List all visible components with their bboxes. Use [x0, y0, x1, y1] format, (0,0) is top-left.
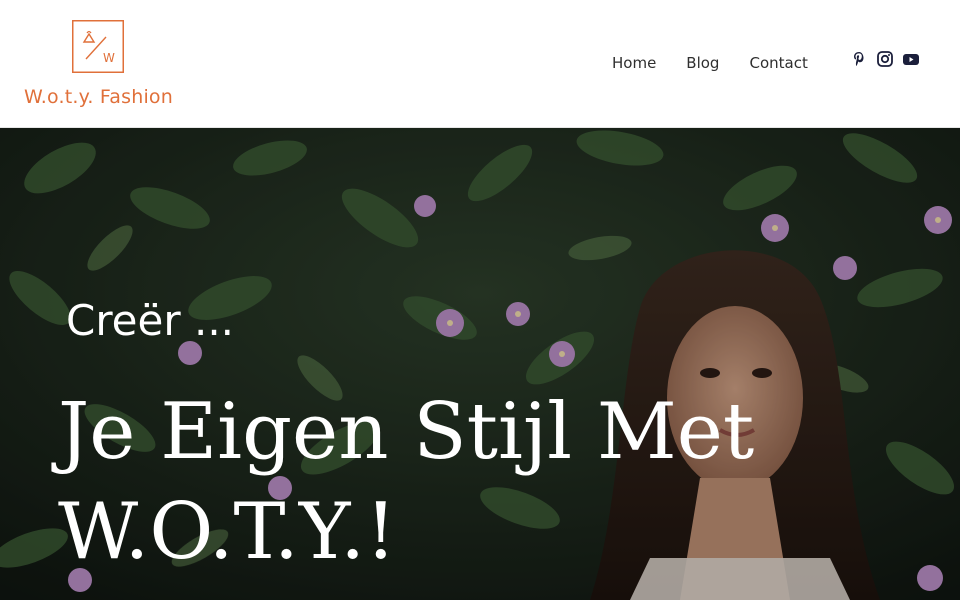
nav-home-link[interactable]: Home — [612, 54, 656, 72]
hero-banner: Creër ... Je Eigen Stijl Met W.O.T.Y.! — [0, 128, 960, 600]
hero-title-line-2: W.O.T.Y.! — [58, 487, 397, 577]
youtube-icon[interactable] — [902, 50, 920, 68]
brand-logo-icon[interactable]: W — [72, 20, 124, 73]
hero-title: Je Eigen Stijl Met W.O.T.Y.! — [58, 382, 818, 582]
nav-blog-link[interactable]: Blog — [686, 54, 719, 72]
hero-subtitle: Creër ... — [66, 296, 235, 345]
pinterest-icon[interactable] — [850, 50, 868, 68]
site-header: W W.o.t.y. Fashion Home Blog Contact — [0, 0, 960, 128]
main-nav: Home Blog Contact — [612, 54, 838, 72]
hero-title-line-1: Je Eigen Stijl Met — [58, 387, 755, 477]
brand-mark-letter: W — [103, 51, 115, 65]
brand-name[interactable]: W.o.t.y. Fashion — [24, 86, 184, 108]
nav-contact-link[interactable]: Contact — [749, 54, 807, 72]
social-links — [850, 50, 920, 68]
instagram-icon[interactable] — [876, 50, 894, 68]
